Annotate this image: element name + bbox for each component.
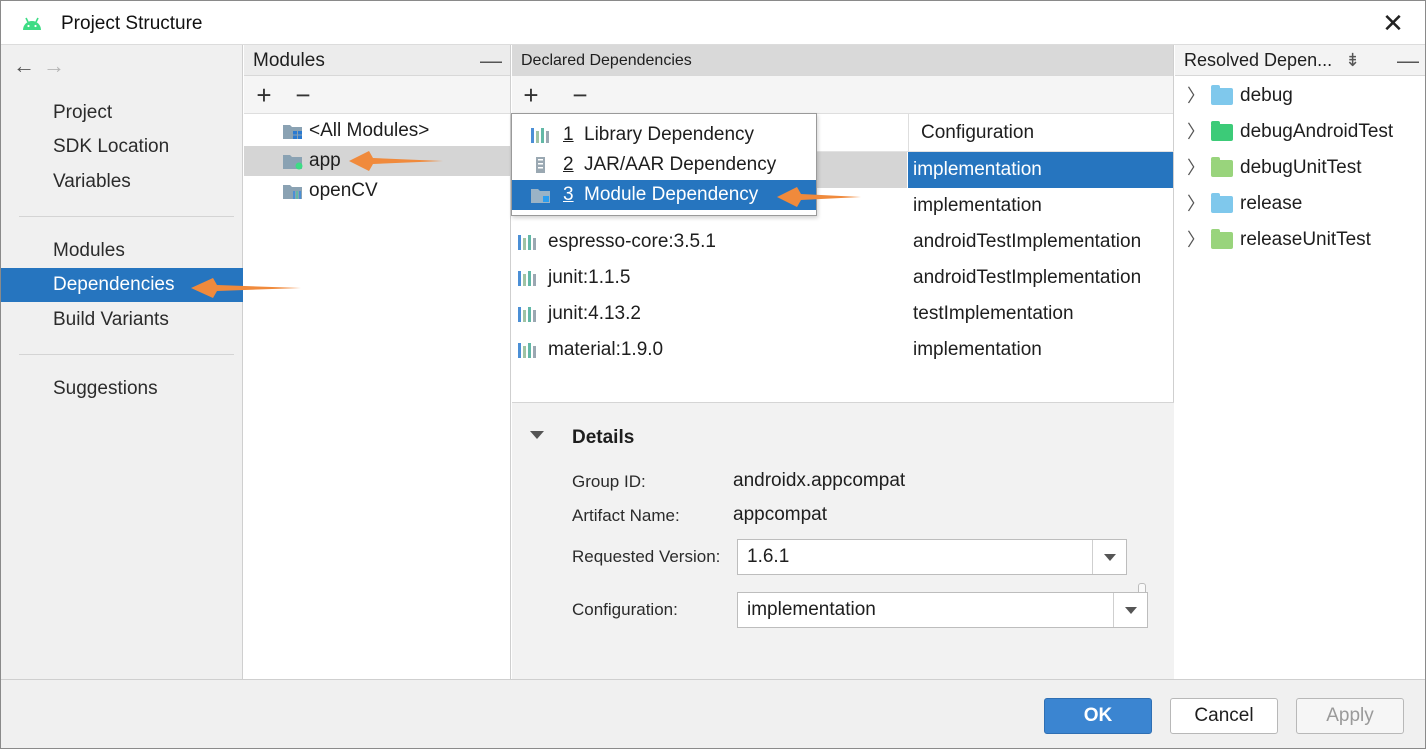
annotation-arrow-module-dependency	[777, 187, 861, 207]
annotation-arrow-dependencies	[191, 278, 301, 298]
annotation-arrows	[191, 151, 861, 298]
project-structure-dialog: Project Structure ✕ ← → Project SDK Locat…	[0, 0, 1426, 749]
annotation-arrow-app	[349, 151, 443, 171]
